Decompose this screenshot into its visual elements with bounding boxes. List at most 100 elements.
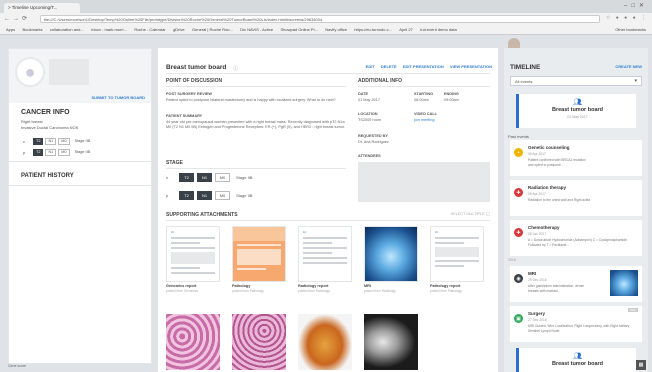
imaging-icon: ◉ xyxy=(514,274,523,283)
attachment-name: Genomics report xyxy=(166,284,197,288)
doc-line xyxy=(435,242,464,244)
patient-history-title[interactable]: PATIENT HISTORY xyxy=(21,173,74,179)
window-controls[interactable]: –□✕ xyxy=(624,2,648,9)
bookmark-item[interactable]: Ind.event demo data xyxy=(420,27,456,32)
grid-view-icon[interactable]: ▦ xyxy=(636,360,646,370)
user-avatar[interactable] xyxy=(508,38,520,48)
attendees-placeholder xyxy=(358,162,490,202)
event-description: After gadolinium administration, dense b… xyxy=(528,284,585,293)
delete-link[interactable]: DELETE xyxy=(381,64,397,69)
bookmark-item[interactable]: Roche - Calendar xyxy=(134,27,165,32)
upcoming-tumor-board-card[interactable]: 👥︎ Breast tumor board 01 May 2017 xyxy=(516,94,636,128)
upcoming-date: 01 May 2017 xyxy=(567,115,588,119)
nav-buttons[interactable]: ←→⟳ xyxy=(4,15,30,22)
event-title: Surgery xyxy=(528,311,546,316)
bookmark-item[interactable]: Apps xyxy=(6,27,15,32)
stage-chip-m: M0 xyxy=(215,172,230,182)
select-multiple-toggle[interactable]: SELECT MULTIPLE ◯ xyxy=(451,211,490,216)
doc-table xyxy=(171,252,215,264)
doc-table xyxy=(435,247,479,257)
timeline-event-mri[interactable]: ◉ MRI 29 Dec 2016 After gadolinium admin… xyxy=(510,266,642,302)
stage-chip-stage: Stage IIB xyxy=(233,190,256,200)
location-label: LOCATION xyxy=(358,112,378,116)
doc-line xyxy=(435,260,479,262)
year-label: 2016 xyxy=(508,258,516,262)
mammogram-image[interactable] xyxy=(364,314,418,370)
past-tumor-board-card[interactable]: 👥︎ Breast tumor board xyxy=(516,348,636,372)
bookmark-item[interactable]: Div NAVIS - Active xyxy=(240,27,273,32)
event-filter-select[interactable]: All events ▾ xyxy=(510,76,642,86)
stage-chip-m: M0 xyxy=(215,190,230,200)
info-icon[interactable]: ⓘ xyxy=(233,65,238,72)
location-value: TS2000 room xyxy=(358,118,382,122)
bookmark-item[interactable]: collaboration and... xyxy=(50,27,84,32)
action-links: EDIT DELETE EDIT PRESENTATION VIEW PRESE… xyxy=(361,64,492,69)
supporting-attachments-title: SUPPORTING ATTACHMENTS xyxy=(166,212,238,218)
submit-to-tumor-board-link[interactable]: SUBMIT TO TUMOR BOARD xyxy=(92,95,145,100)
event-title: Genetic counseling xyxy=(528,145,570,150)
divider xyxy=(166,73,490,74)
edit-link[interactable]: EDIT xyxy=(366,64,375,69)
timeline-event-radiation-therapy[interactable]: ✚ Radiation therapy 08 Apr 2017 Radiatio… xyxy=(510,180,642,216)
document-thumbnail: ▪▪▪ xyxy=(166,226,220,282)
clinical-stage-row: c T2 N1 M0 Stage IIB xyxy=(23,137,94,145)
cancer-line: Invasive Ductal Carcinoma NOS xyxy=(21,125,79,130)
pathologic-stage-row: p T2 N1 M0 Stage IIB xyxy=(23,148,94,156)
stage-title: STAGE xyxy=(166,160,183,166)
histology-image[interactable] xyxy=(232,314,286,370)
treatment-icon: ✚ xyxy=(514,228,523,237)
tissue-specimen-image[interactable] xyxy=(298,314,352,370)
join-meeting-link[interactable]: join meeting xyxy=(414,118,434,123)
bookmark-item[interactable]: Navify office xyxy=(325,27,347,32)
event-description: MRI Guided, Wire Localization, Right Lum… xyxy=(528,324,630,333)
doc-line xyxy=(237,268,266,270)
chevron-down-icon: ▾ xyxy=(634,78,637,84)
doc-line xyxy=(303,252,332,254)
event-description: Patient confirmed with BRCA2 mutation an… xyxy=(528,158,586,167)
patient-summary-text: 44 year old pre-menopausal woman present… xyxy=(166,120,346,129)
doc-line xyxy=(171,272,215,274)
pathologic-stage-row: p T2 N1 M0 Stage IIB xyxy=(166,190,256,200)
view-presentation-link[interactable]: VIEW PRESENTATION xyxy=(450,64,492,69)
bookmark-item[interactable]: https://eu.turnodo.c... xyxy=(354,27,392,32)
divider xyxy=(358,86,490,87)
patient-panel: ● SUBMIT TO TUMOR BOARD CANCER INFO Righ… xyxy=(8,48,152,364)
doc-line xyxy=(303,262,347,264)
bookmarks-bar: Apps Bookmarks collaboration and... Inbo… xyxy=(0,25,652,35)
select-multiple-label: SELECT MULTIPLE xyxy=(450,212,485,216)
timeline-event-surgery[interactable]: PDF ▣ Surgery 27 Dec 2016 MRI Guided, Wi… xyxy=(510,306,642,342)
stage-prefix: p xyxy=(166,192,169,198)
patient-summary-label: PATIENT SUMMARY xyxy=(166,114,203,118)
doc-line xyxy=(171,242,200,244)
bookmark-item[interactable]: April 27 xyxy=(399,27,413,32)
attachment-name: Pathology report xyxy=(430,284,461,288)
additional-info-title: ADDITIONAL INFO xyxy=(358,78,403,84)
cancer-info-title: CANCER INFO xyxy=(21,109,70,116)
bookmark-item[interactable]: General | Roche Rou... xyxy=(192,27,233,32)
bookmark-item[interactable]: gDrive xyxy=(173,27,185,32)
address-bar: ←→⟳ file:///C:/Users/morrison1/Desktop/T… xyxy=(0,13,652,25)
browser-tab[interactable]: > Timeline Upcoming/T... xyxy=(4,3,80,13)
attachment-source: posted from Genomics xyxy=(166,289,199,293)
attachment-name: Radiology report xyxy=(298,284,329,288)
create-new-link[interactable]: CREATE NEW xyxy=(615,64,642,69)
event-filter-value: All events xyxy=(515,79,533,84)
stage-chip-stage: Stage IIB xyxy=(71,137,94,145)
stage-chip-n: N1 xyxy=(45,148,57,156)
doc-line xyxy=(171,237,215,239)
timeline-event-chemotherapy[interactable]: ✚ Chemotherapy 08 Jan 2017 A = Doxorubic… xyxy=(510,220,642,256)
past-events-label: Past events xyxy=(508,134,529,139)
timeline-event-genetic-counseling[interactable]: • Genetic counseling 05 Apr 2017 Patient… xyxy=(510,140,642,176)
stage-chip-t: T2 xyxy=(179,190,194,200)
bookmark-item[interactable]: Bookmarks xyxy=(23,27,43,32)
edit-presentation-link[interactable]: EDIT PRESENTATION xyxy=(403,64,444,69)
doc-header-mark: ▪▪▪ xyxy=(435,230,439,234)
extension-icons[interactable]: ☆ ● ● ● ⋮ xyxy=(606,15,648,21)
other-bookmarks[interactable]: Other bookmarks xyxy=(615,27,646,32)
histology-image[interactable] xyxy=(166,314,220,370)
genetics-icon: • xyxy=(514,148,523,157)
bookmark-item[interactable]: Showpad Online Pl... xyxy=(280,27,317,32)
url-input[interactable]: file:///C:/Users/morrison1/Desktop/Temp%… xyxy=(40,15,600,23)
event-title: Radiation therapy xyxy=(528,185,567,190)
bookmark-item[interactable]: Inbox - mark.morri... xyxy=(91,27,127,32)
